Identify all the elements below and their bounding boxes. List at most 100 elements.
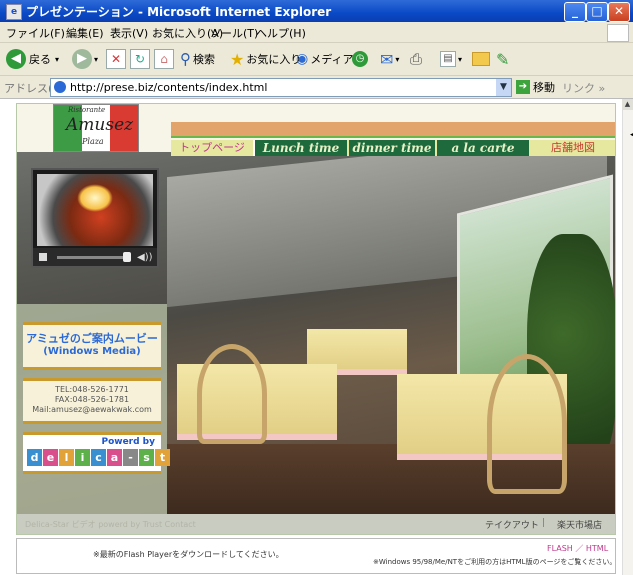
links-button[interactable]: リンク » xyxy=(562,80,605,96)
favorites-label: お気に入り xyxy=(246,53,302,66)
rakuten-store-link[interactable]: 楽天市場店 xyxy=(557,518,602,531)
search-button[interactable]: ⚲ 検索 xyxy=(180,48,215,70)
site-header: Ristorante Amusez Plaza トップページ Lunch tim… xyxy=(17,104,615,156)
media-label: メディア xyxy=(310,53,354,66)
folder-button[interactable] xyxy=(472,48,490,70)
logo-letter: s xyxy=(139,449,154,466)
go-arrow-icon: ➔ xyxy=(516,80,530,94)
logo-letter: c xyxy=(91,449,106,466)
site-footer: Delica-Star ビデオ powerd by Trust Contact … xyxy=(17,514,615,534)
forward-arrow-icon: ▶ xyxy=(72,49,92,69)
header-divider xyxy=(171,136,615,138)
volume-icon[interactable]: ◀)) xyxy=(137,252,153,263)
seek-bar[interactable] xyxy=(57,256,127,259)
refresh-button[interactable]: ↻ xyxy=(130,48,150,70)
logo-letter: e xyxy=(43,449,58,466)
history-icon: ◷ xyxy=(352,51,368,67)
address-input[interactable]: http://prese.biz/contents/index.html ▼ xyxy=(50,78,512,97)
powered-by-banner[interactable]: Powerd by d e l i c a - s t xyxy=(23,432,170,474)
site-nav: トップページ Lunch time dinner time a la carte… xyxy=(171,140,615,156)
search-label: 検索 xyxy=(193,53,215,66)
messenger-button[interactable]: ✎ xyxy=(496,48,509,70)
menu-edit[interactable]: 編集(E) xyxy=(66,25,104,41)
back-label: 戻る xyxy=(29,53,51,66)
nav-dinner[interactable]: dinner time xyxy=(349,140,435,156)
vertical-scrollbar[interactable] xyxy=(622,99,633,575)
go-button[interactable]: ➔ 移動 xyxy=(516,79,555,95)
close-button[interactable]: ✕ xyxy=(608,2,630,22)
footer-credit: Delica-Star ビデオ powerd by Trust Contact xyxy=(25,520,196,529)
window-title: プレゼンテーション - Microsoft Internet Explorer xyxy=(26,5,332,19)
chevron-down-icon: ▾ xyxy=(395,54,400,64)
search-icon: ⚲ xyxy=(180,50,191,68)
mail-button[interactable]: ✉ ▾ xyxy=(380,48,399,70)
maximize-button[interactable]: □ xyxy=(586,2,608,22)
contact-box: TEL:048-526-1771 FAX:048-526-1781 Mail:a… xyxy=(23,378,161,424)
logo-line1: Ristorante xyxy=(68,106,106,114)
minimize-button[interactable]: _ xyxy=(564,2,586,22)
history-button[interactable]: ◷ xyxy=(352,48,368,70)
media-button[interactable]: ◉ メディア xyxy=(296,48,353,70)
address-dropdown-icon[interactable]: ▼ xyxy=(496,79,511,96)
logo-letter: - xyxy=(123,449,138,466)
restaurant-logo[interactable]: Ristorante Amusez Plaza xyxy=(53,104,139,152)
back-button[interactable]: ◀ 戻る ▾ xyxy=(6,48,59,70)
video-player[interactable]: ◀)) xyxy=(31,168,159,268)
menu-file[interactable]: ファイル(F) xyxy=(6,25,65,41)
home-icon: ⌂ xyxy=(154,49,174,69)
print-icon: ⎙ xyxy=(410,50,423,68)
page-icon xyxy=(54,81,66,93)
flash-html-toggle[interactable]: FLASH ／ HTML xyxy=(547,543,608,554)
print-button[interactable]: ⎙ xyxy=(410,48,422,70)
stop-icon[interactable] xyxy=(39,253,47,261)
left-panel: アミュゼのご案内ムービー (Windows Media) TEL:048-526… xyxy=(17,304,170,518)
back-arrow-icon: ◀ xyxy=(6,49,26,69)
ie-app-icon[interactable]: e xyxy=(6,4,22,20)
menu-bar: ファイル(F) 編集(E) 表示(V) お気に入り(A) ツール(T) ヘルプ(… xyxy=(0,22,633,43)
windows-note: ※Windows 95/98/Me/NTをご利用の方はHTML版のページをご覧く… xyxy=(373,558,617,566)
address-bar: アドレス(D) http://prese.biz/contents/index.… xyxy=(0,76,633,99)
flash-download-message[interactable]: ※最新のFlash Playerをダウンロードしてください。 xyxy=(93,549,284,560)
address-url[interactable]: http://prese.biz/contents/index.html xyxy=(70,81,267,94)
logo-letter: t xyxy=(155,449,170,466)
menu-view[interactable]: 表示(V) xyxy=(110,25,148,41)
stop-button[interactable]: ✕ xyxy=(106,48,126,70)
logo-letter: i xyxy=(75,449,90,466)
tel-text: TEL:048-526-1771 xyxy=(55,385,129,394)
messenger-icon: ✎ xyxy=(496,49,510,69)
footer-separator: | xyxy=(542,518,546,528)
favorites-button[interactable]: ★ お気に入り xyxy=(230,48,301,70)
folder-icon xyxy=(472,52,490,66)
seek-handle[interactable] xyxy=(123,252,131,262)
logo-letter: a xyxy=(107,449,122,466)
logo-name: Amusez xyxy=(66,115,134,135)
edit-button[interactable]: ▤ ▾ xyxy=(440,48,462,70)
mail-icon: ✉ xyxy=(380,49,394,69)
refresh-icon: ↻ xyxy=(130,49,150,69)
windows-logo-icon xyxy=(607,24,629,42)
powered-by-label: Powerd by xyxy=(101,437,155,447)
star-icon: ★ xyxy=(230,49,245,69)
site-frame: Ristorante Amusez Plaza トップページ Lunch tim… xyxy=(16,103,616,535)
chevron-down-icon: ▾ xyxy=(55,54,60,64)
nav-map[interactable]: 店舗地図 xyxy=(531,140,615,156)
chair xyxy=(487,354,567,494)
menu-help[interactable]: ヘルプ(H) xyxy=(256,25,306,41)
nav-a-la-carte[interactable]: a la carte xyxy=(437,140,529,156)
takeout-link[interactable]: テイクアウト xyxy=(485,518,539,531)
movie-guide-title: アミュゼのご案内ムービー xyxy=(26,332,158,345)
movie-guide-link[interactable]: アミュゼのご案内ムービー (Windows Media) xyxy=(23,322,161,370)
flame xyxy=(77,184,113,212)
home-button[interactable]: ⌂ xyxy=(154,48,174,70)
forward-button[interactable]: ▶ ▾ xyxy=(72,48,98,70)
go-label: 移動 xyxy=(533,81,555,94)
menu-tools[interactable]: ツール(T) xyxy=(210,25,258,41)
scroll-up-icon[interactable]: ▲ xyxy=(622,99,633,110)
nav-home[interactable]: トップページ xyxy=(171,140,255,156)
stop-icon: ✕ xyxy=(106,49,126,69)
mail-link[interactable]: Mail:amusez@aewakwak.com xyxy=(23,405,161,415)
nav-lunch[interactable]: Lunch time xyxy=(255,140,347,156)
media-icon: ◉ xyxy=(296,51,309,67)
video-controls: ◀)) xyxy=(33,248,157,266)
video-frame xyxy=(37,174,153,246)
